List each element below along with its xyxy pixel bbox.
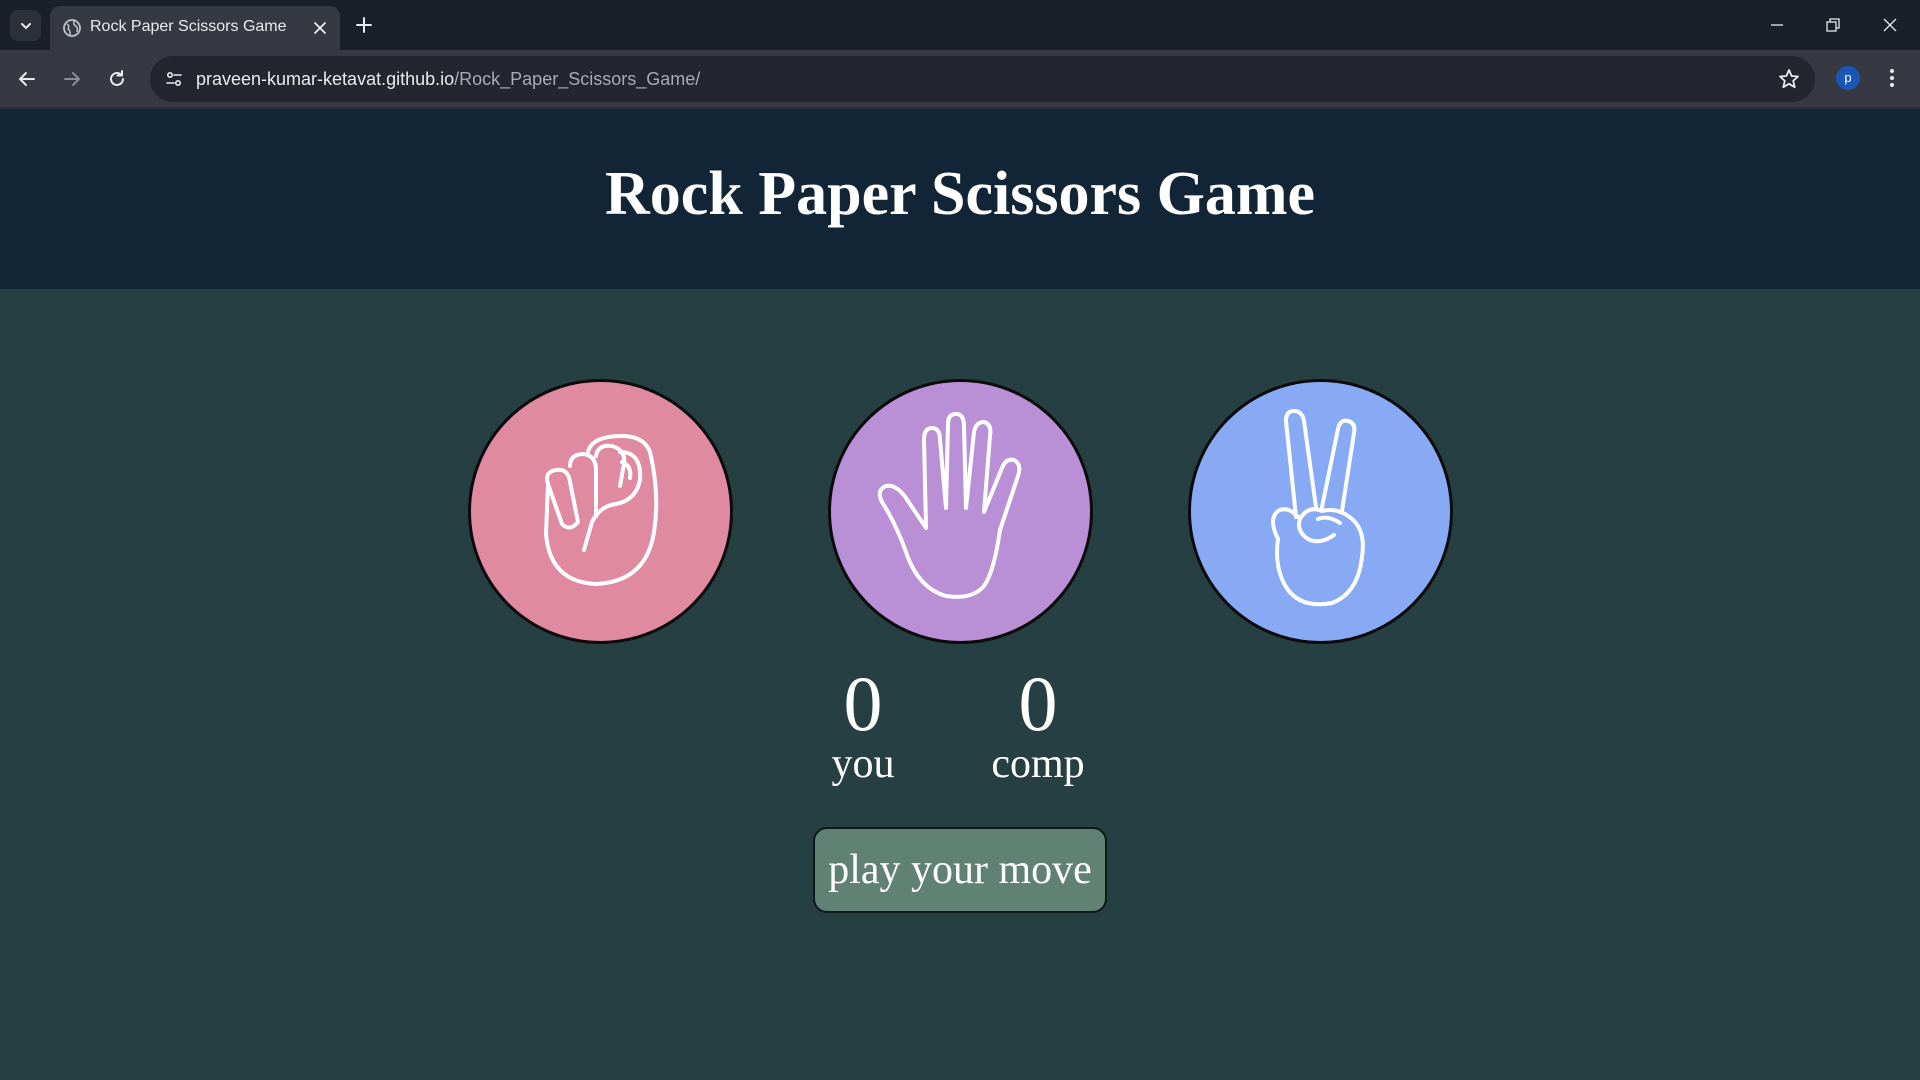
user-score-block: 0 you bbox=[783, 664, 943, 788]
comp-score-label: comp bbox=[991, 741, 1085, 787]
choice-rock[interactable] bbox=[468, 379, 733, 644]
url-host: praveen-kumar-ketavat.github.io bbox=[196, 69, 455, 89]
user-score-label: you bbox=[831, 741, 895, 787]
minimize-button[interactable] bbox=[1762, 10, 1792, 40]
browser-menu-button[interactable] bbox=[1882, 64, 1902, 92]
minimize-icon bbox=[1771, 24, 1783, 26]
open-hand-icon bbox=[877, 411, 1021, 599]
choice-paper[interactable] bbox=[828, 379, 1093, 644]
url-path: /Rock_Paper_Scissors_Game/ bbox=[454, 69, 701, 89]
site-info-button[interactable] bbox=[160, 65, 188, 93]
browser-toolbar: praveen-kumar-ketavat.github.io/Rock_Pap… bbox=[0, 50, 1920, 108]
kebab-menu-icon bbox=[1890, 69, 1894, 87]
close-window-icon bbox=[1883, 18, 1897, 32]
restore-button[interactable] bbox=[1818, 10, 1848, 40]
forward-button[interactable] bbox=[58, 65, 86, 93]
address-bar[interactable]: praveen-kumar-ketavat.github.io/Rock_Pap… bbox=[150, 56, 1815, 102]
tab-title: Rock Paper Scissors Game bbox=[90, 18, 287, 35]
page-header: Rock Paper Scissors Game bbox=[0, 109, 1920, 289]
forward-arrow-icon bbox=[64, 72, 80, 86]
close-icon[interactable] bbox=[310, 18, 330, 38]
bookmark-star-icon[interactable] bbox=[1777, 67, 1801, 91]
restore-icon bbox=[1826, 18, 1840, 32]
close-window-button[interactable] bbox=[1875, 10, 1905, 40]
comp-score-block: 0 comp bbox=[958, 664, 1118, 788]
reload-icon bbox=[110, 70, 124, 86]
back-button[interactable] bbox=[13, 65, 41, 93]
globe-icon bbox=[63, 19, 81, 37]
peace-hand-icon bbox=[1270, 408, 1365, 606]
url-text[interactable]: praveen-kumar-ketavat.github.io/Rock_Pap… bbox=[196, 69, 700, 90]
user-score: 0 bbox=[843, 660, 883, 747]
tab-search-button[interactable] bbox=[10, 10, 41, 41]
game-page: Rock Paper Scissors Game 0 you 0 comp pl… bbox=[0, 109, 1920, 1080]
choice-scissors[interactable] bbox=[1188, 379, 1453, 644]
profile-avatar[interactable]: p bbox=[1836, 66, 1860, 90]
tune-icon bbox=[166, 71, 182, 87]
page-title: Rock Paper Scissors Game bbox=[604, 160, 1316, 228]
browser-tab[interactable]: Rock Paper Scissors Game bbox=[50, 6, 340, 50]
fist-icon bbox=[543, 433, 658, 586]
comp-score: 0 bbox=[1018, 660, 1058, 747]
message-container: play your move bbox=[813, 827, 1107, 913]
chevron-down-icon bbox=[20, 22, 31, 29]
new-tab-plus-icon[interactable] bbox=[352, 13, 376, 37]
browser-tab-bar: Rock Paper Scissors Game bbox=[0, 0, 1920, 50]
back-arrow-icon bbox=[19, 72, 35, 86]
reload-button[interactable] bbox=[103, 65, 131, 93]
